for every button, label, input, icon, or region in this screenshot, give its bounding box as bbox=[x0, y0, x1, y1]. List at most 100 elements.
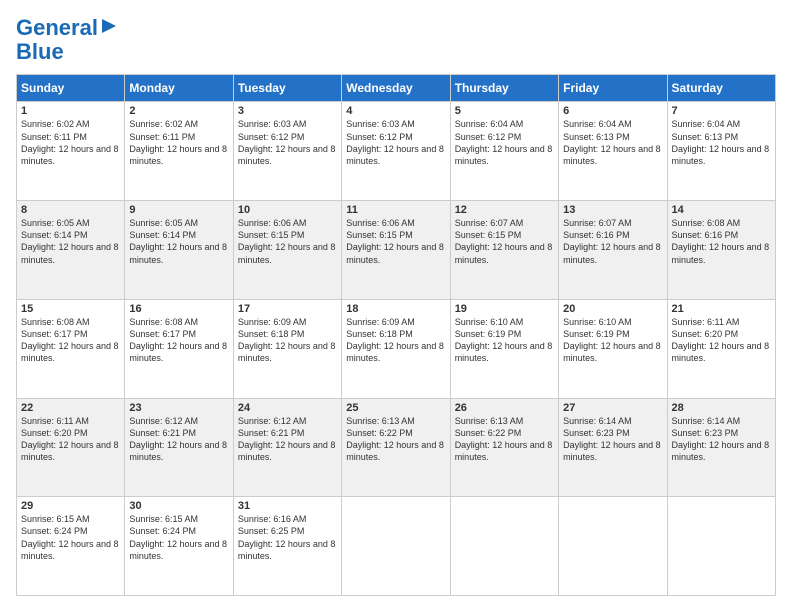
calendar-table: SundayMondayTuesdayWednesdayThursdayFrid… bbox=[16, 74, 776, 596]
page: General Blue SundayMondayTuesdayWednesda… bbox=[0, 0, 792, 612]
day-info: Sunrise: 6:12 AMSunset: 6:21 PMDaylight:… bbox=[238, 416, 336, 462]
day-number: 9 bbox=[129, 204, 228, 216]
day-number: 12 bbox=[455, 204, 554, 216]
logo: General Blue bbox=[16, 16, 118, 64]
calendar-day-cell bbox=[342, 497, 450, 596]
day-info: Sunrise: 6:09 AMSunset: 6:18 PMDaylight:… bbox=[346, 317, 444, 363]
day-number: 30 bbox=[129, 500, 228, 512]
day-info: Sunrise: 6:10 AMSunset: 6:19 PMDaylight:… bbox=[563, 317, 661, 363]
day-info: Sunrise: 6:03 AMSunset: 6:12 PMDaylight:… bbox=[346, 119, 444, 165]
calendar-week-row: 1 Sunrise: 6:02 AMSunset: 6:11 PMDaylight… bbox=[17, 102, 776, 201]
weekday-header: Monday bbox=[125, 75, 233, 102]
weekday-header: Sunday bbox=[17, 75, 125, 102]
day-number: 6 bbox=[563, 105, 662, 117]
day-info: Sunrise: 6:05 AMSunset: 6:14 PMDaylight:… bbox=[129, 218, 227, 264]
day-number: 19 bbox=[455, 303, 554, 315]
calendar-day-cell: 1 Sunrise: 6:02 AMSunset: 6:11 PMDaylight… bbox=[17, 102, 125, 201]
day-info: Sunrise: 6:03 AMSunset: 6:12 PMDaylight:… bbox=[238, 119, 336, 165]
day-info: Sunrise: 6:11 AMSunset: 6:20 PMDaylight:… bbox=[672, 317, 770, 363]
calendar-day-cell: 18 Sunrise: 6:09 AMSunset: 6:18 PMDayligh… bbox=[342, 299, 450, 398]
calendar-week-row: 8 Sunrise: 6:05 AMSunset: 6:14 PMDaylight… bbox=[17, 201, 776, 300]
day-number: 3 bbox=[238, 105, 337, 117]
header: General Blue bbox=[16, 16, 776, 64]
calendar-week-row: 15 Sunrise: 6:08 AMSunset: 6:17 PMDayligh… bbox=[17, 299, 776, 398]
day-info: Sunrise: 6:07 AMSunset: 6:15 PMDaylight:… bbox=[455, 218, 553, 264]
day-number: 2 bbox=[129, 105, 228, 117]
day-info: Sunrise: 6:06 AMSunset: 6:15 PMDaylight:… bbox=[346, 218, 444, 264]
weekday-header: Saturday bbox=[667, 75, 775, 102]
calendar-day-cell: 20 Sunrise: 6:10 AMSunset: 6:19 PMDayligh… bbox=[559, 299, 667, 398]
calendar-day-cell: 17 Sunrise: 6:09 AMSunset: 6:18 PMDayligh… bbox=[233, 299, 341, 398]
day-info: Sunrise: 6:16 AMSunset: 6:25 PMDaylight:… bbox=[238, 514, 336, 560]
calendar-day-cell: 14Sunrise: 6:08 AMSunset: 6:16 PMDayligh… bbox=[667, 201, 775, 300]
weekday-header: Friday bbox=[559, 75, 667, 102]
calendar-day-cell: 11Sunrise: 6:06 AMSunset: 6:15 PMDayligh… bbox=[342, 201, 450, 300]
day-number: 17 bbox=[238, 303, 337, 315]
day-number: 21 bbox=[672, 303, 771, 315]
calendar-day-cell: 3 Sunrise: 6:03 AMSunset: 6:12 PMDaylight… bbox=[233, 102, 341, 201]
calendar-day-cell bbox=[667, 497, 775, 596]
day-info: Sunrise: 6:02 AMSunset: 6:11 PMDaylight:… bbox=[129, 119, 227, 165]
calendar-day-cell: 30 Sunrise: 6:15 AMSunset: 6:24 PMDayligh… bbox=[125, 497, 233, 596]
calendar-week-row: 29 Sunrise: 6:15 AMSunset: 6:24 PMDayligh… bbox=[17, 497, 776, 596]
day-info: Sunrise: 6:13 AMSunset: 6:22 PMDaylight:… bbox=[346, 416, 444, 462]
day-info: Sunrise: 6:02 AMSunset: 6:11 PMDaylight:… bbox=[21, 119, 119, 165]
calendar-day-cell: 24 Sunrise: 6:12 AMSunset: 6:21 PMDayligh… bbox=[233, 398, 341, 497]
calendar-day-cell: 9 Sunrise: 6:05 AMSunset: 6:14 PMDaylight… bbox=[125, 201, 233, 300]
day-info: Sunrise: 6:05 AMSunset: 6:14 PMDaylight:… bbox=[21, 218, 119, 264]
day-info: Sunrise: 6:07 AMSunset: 6:16 PMDaylight:… bbox=[563, 218, 661, 264]
calendar-day-cell: 4 Sunrise: 6:03 AMSunset: 6:12 PMDaylight… bbox=[342, 102, 450, 201]
day-number: 28 bbox=[672, 402, 771, 414]
day-number: 4 bbox=[346, 105, 445, 117]
day-info: Sunrise: 6:15 AMSunset: 6:24 PMDaylight:… bbox=[21, 514, 119, 560]
weekday-header: Wednesday bbox=[342, 75, 450, 102]
calendar-day-cell: 21 Sunrise: 6:11 AMSunset: 6:20 PMDayligh… bbox=[667, 299, 775, 398]
day-number: 23 bbox=[129, 402, 228, 414]
day-number: 29 bbox=[21, 500, 120, 512]
day-number: 22 bbox=[21, 402, 120, 414]
day-info: Sunrise: 6:13 AMSunset: 6:22 PMDaylight:… bbox=[455, 416, 553, 462]
calendar-day-cell: 25Sunrise: 6:13 AMSunset: 6:22 PMDayligh… bbox=[342, 398, 450, 497]
logo-text: General bbox=[16, 16, 98, 40]
day-number: 20 bbox=[563, 303, 662, 315]
calendar-day-cell: 27Sunrise: 6:14 AMSunset: 6:23 PMDayligh… bbox=[559, 398, 667, 497]
calendar-day-cell: 29 Sunrise: 6:15 AMSunset: 6:24 PMDayligh… bbox=[17, 497, 125, 596]
day-info: Sunrise: 6:14 AMSunset: 6:23 PMDaylight:… bbox=[672, 416, 770, 462]
day-number: 5 bbox=[455, 105, 554, 117]
calendar-day-cell: 22 Sunrise: 6:11 AMSunset: 6:20 PMDayligh… bbox=[17, 398, 125, 497]
calendar-day-cell: 16Sunrise: 6:08 AMSunset: 6:17 PMDayligh… bbox=[125, 299, 233, 398]
day-number: 1 bbox=[21, 105, 120, 117]
day-number: 27 bbox=[563, 402, 662, 414]
logo-blue-text: Blue bbox=[16, 40, 64, 64]
day-info: Sunrise: 6:10 AMSunset: 6:19 PMDaylight:… bbox=[455, 317, 553, 363]
weekday-header: Thursday bbox=[450, 75, 558, 102]
day-number: 31 bbox=[238, 500, 337, 512]
day-info: Sunrise: 6:08 AMSunset: 6:16 PMDaylight:… bbox=[672, 218, 770, 264]
calendar-day-cell: 5 Sunrise: 6:04 AMSunset: 6:12 PMDaylight… bbox=[450, 102, 558, 201]
day-number: 10 bbox=[238, 204, 337, 216]
calendar-week-row: 22 Sunrise: 6:11 AMSunset: 6:20 PMDayligh… bbox=[17, 398, 776, 497]
day-info: Sunrise: 6:08 AMSunset: 6:17 PMDaylight:… bbox=[129, 317, 227, 363]
calendar-header-row: SundayMondayTuesdayWednesdayThursdayFrid… bbox=[17, 75, 776, 102]
day-number: 8 bbox=[21, 204, 120, 216]
calendar-day-cell: 31 Sunrise: 6:16 AMSunset: 6:25 PMDayligh… bbox=[233, 497, 341, 596]
day-info: Sunrise: 6:04 AMSunset: 6:12 PMDaylight:… bbox=[455, 119, 553, 165]
calendar-day-cell bbox=[450, 497, 558, 596]
day-info: Sunrise: 6:09 AMSunset: 6:18 PMDaylight:… bbox=[238, 317, 336, 363]
calendar-day-cell: 8 Sunrise: 6:05 AMSunset: 6:14 PMDaylight… bbox=[17, 201, 125, 300]
day-number: 15 bbox=[21, 303, 120, 315]
day-info: Sunrise: 6:04 AMSunset: 6:13 PMDaylight:… bbox=[563, 119, 661, 165]
calendar-day-cell: 10Sunrise: 6:06 AMSunset: 6:15 PMDayligh… bbox=[233, 201, 341, 300]
day-info: Sunrise: 6:15 AMSunset: 6:24 PMDaylight:… bbox=[129, 514, 227, 560]
calendar-day-cell: 19 Sunrise: 6:10 AMSunset: 6:19 PMDayligh… bbox=[450, 299, 558, 398]
calendar-day-cell: 26Sunrise: 6:13 AMSunset: 6:22 PMDayligh… bbox=[450, 398, 558, 497]
day-info: Sunrise: 6:04 AMSunset: 6:13 PMDaylight:… bbox=[672, 119, 770, 165]
weekday-header: Tuesday bbox=[233, 75, 341, 102]
day-number: 24 bbox=[238, 402, 337, 414]
day-info: Sunrise: 6:12 AMSunset: 6:21 PMDaylight:… bbox=[129, 416, 227, 462]
calendar-day-cell: 13Sunrise: 6:07 AMSunset: 6:16 PMDayligh… bbox=[559, 201, 667, 300]
calendar-day-cell: 23 Sunrise: 6:12 AMSunset: 6:21 PMDayligh… bbox=[125, 398, 233, 497]
day-number: 18 bbox=[346, 303, 445, 315]
calendar-day-cell: 2 Sunrise: 6:02 AMSunset: 6:11 PMDaylight… bbox=[125, 102, 233, 201]
day-info: Sunrise: 6:11 AMSunset: 6:20 PMDaylight:… bbox=[21, 416, 119, 462]
